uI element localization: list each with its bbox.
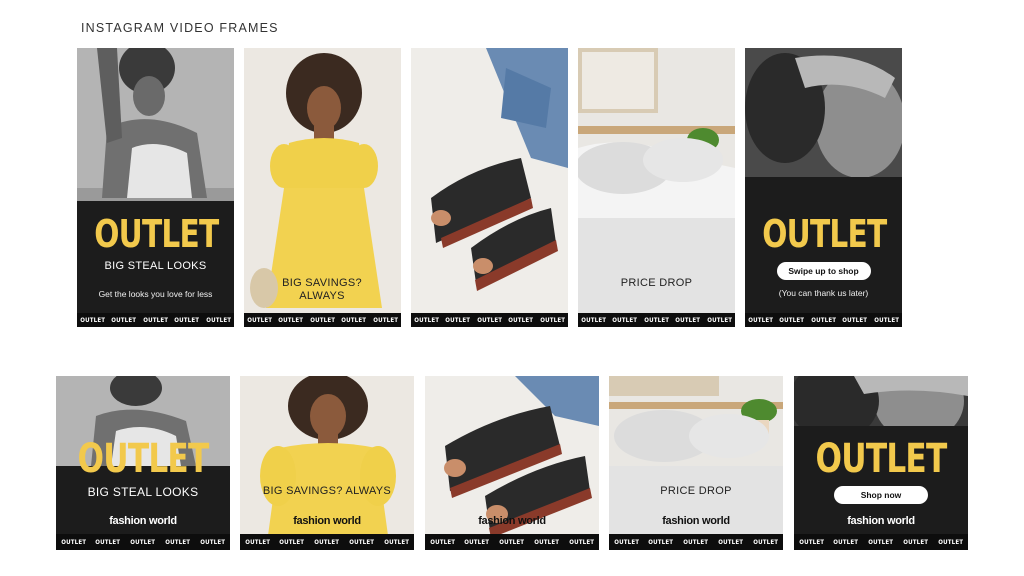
ticker-word: OUTLET <box>309 316 335 324</box>
ticker-word: OUTLET <box>414 316 440 324</box>
ticker-word: OUTLET <box>938 538 964 546</box>
subline: Get the looks you love for less <box>98 289 213 299</box>
ticker-word: OUTLET <box>810 316 836 324</box>
post-frame-bedding[interactable]: PRICE DROP fashion world OUTLET OUTLET OUT… <box>609 376 783 550</box>
story-frame-yellow-dress[interactable]: BIG SAVINGS? ALWAYS fashion world OUTLET… <box>244 48 401 327</box>
story-frame-outlet-swipe[interactable]: OUTLET Swipe up to shop (You can thank u… <box>745 48 902 327</box>
ticker-word: OUTLET <box>903 538 929 546</box>
ticker-word: OUTLET <box>675 316 701 324</box>
ticker-word: OUTLET <box>753 538 779 546</box>
ticker-word: OUTLET <box>200 538 226 546</box>
ticker-word: OUTLET <box>314 538 340 546</box>
brand-logo: fashion world <box>662 515 730 527</box>
outlet-ticker: OUTLET OUTLET OUTLET OUTLET OUTLET <box>578 313 735 327</box>
outlet-ticker: OUTLET OUTLET OUTLET OUTLET OUTLET <box>244 313 401 327</box>
ticker-word: OUTLET <box>534 538 560 546</box>
ticker-word: OUTLET <box>648 538 674 546</box>
headline: BIG STEAL LOOKS <box>104 260 207 272</box>
ticker-word: OUTLET <box>613 538 639 546</box>
brand-logo: fashion world <box>109 515 177 527</box>
ticker-word: OUTLET <box>349 538 375 546</box>
ticker-word: OUTLET <box>372 316 398 324</box>
page-title: INSTAGRAM VIDEO FRAMES <box>81 21 279 35</box>
story-frame-outlet-big-steal[interactable]: OUTLET BIG STEAL LOOKS Get the looks you… <box>77 48 234 327</box>
ticker-word: OUTLET <box>868 538 894 546</box>
ticker-word: OUTLET <box>464 538 490 546</box>
ticker-word: OUTLET <box>278 316 304 324</box>
ticker-word: OUTLET <box>384 538 410 546</box>
headline: BIG STEAL LOOKS <box>87 485 199 499</box>
post-frame-outlet-shop-now[interactable]: OUTLET Shop now fashion world OUTLET OUTL… <box>794 376 968 550</box>
ticker-word: OUTLET <box>539 316 565 324</box>
outlet-heading: OUTLET <box>815 436 948 482</box>
ticker-word: OUTLET <box>612 316 638 324</box>
outlet-heading: OUTLET <box>94 212 219 256</box>
ticker-word: OUTLET <box>174 316 200 324</box>
brand-logo: fashion world <box>293 515 361 527</box>
ticker-word: OUTLET <box>643 316 669 324</box>
outlet-ticker: OUTLET OUTLET OUTLET OUTLET OUTLET <box>609 534 783 550</box>
ticker-word: OUTLET <box>142 316 168 324</box>
ticker-word: OUTLET <box>476 316 502 324</box>
ticker-word: OUTLET <box>95 538 121 546</box>
ticker-word: OUTLET <box>80 316 106 324</box>
ticker-word: OUTLET <box>842 316 868 324</box>
ticker-word: OUTLET <box>718 538 744 546</box>
subline: (You can thank us later) <box>778 288 869 298</box>
swipe-up-button[interactable]: Swipe up to shop <box>776 262 871 280</box>
ticker-word: OUTLET <box>247 316 273 324</box>
post-frame-yellow-dress[interactable]: BIG SAVINGS? ALWAYS fashion world OUTLET… <box>240 376 414 550</box>
ticker-word: OUTLET <box>429 538 455 546</box>
headline: BIG SAVINGS? ALWAYS <box>282 277 362 302</box>
outlet-ticker: OUTLET OUTLET OUTLET OUTLET OUTLET <box>56 534 230 550</box>
ticker-word: OUTLET <box>499 538 525 546</box>
brand-logo: fashion world <box>478 515 546 527</box>
headline: PRICE DROP <box>660 485 732 497</box>
ticker-word: OUTLET <box>748 316 774 324</box>
ticker-word: OUTLET <box>873 316 899 324</box>
ticker-word: OUTLET <box>165 538 191 546</box>
outlet-ticker: OUTLET OUTLET OUTLET OUTLET OUTLET <box>794 534 968 550</box>
outlet-heading: OUTLET <box>762 212 887 256</box>
story-frame-sandals[interactable]: fashion world OUTLETOUTLETOUTLETOUTLETOU… <box>411 48 568 327</box>
ticker-word: OUTLET <box>569 538 595 546</box>
ticker-word: OUTLET <box>60 538 86 546</box>
ticker-word: OUTLET <box>279 538 305 546</box>
ticker-word: OUTLET <box>111 316 137 324</box>
story-frame-bedding[interactable]: PRICE DROP fashion world OUTLETOUTLETOUT… <box>578 48 735 327</box>
outlet-ticker: OUTLET OUTLET OUTLET OUTLET OUTLET <box>77 313 234 327</box>
headline: PRICE DROP <box>620 277 693 289</box>
ticker-word: OUTLET <box>798 538 824 546</box>
ticker-word: OUTLET <box>341 316 367 324</box>
ticker-word: OUTLET <box>833 538 859 546</box>
ticker-word: OUTLET <box>779 316 805 324</box>
outlet-ticker: OUTLET OUTLET OUTLET OUTLET OUTLET <box>425 534 599 550</box>
ticker-word: OUTLET <box>683 538 709 546</box>
ticker-word: OUTLET <box>130 538 156 546</box>
sandals-photo <box>411 48 568 327</box>
ticker-word: OUTLET <box>508 316 534 324</box>
headline: BIG SAVINGS? ALWAYS <box>262 485 392 497</box>
ticker-word: OUTLET <box>244 538 270 546</box>
outlet-ticker: OUTLET OUTLET OUTLET OUTLET OUTLET <box>411 313 568 327</box>
outlet-ticker: OUTLET OUTLET OUTLET OUTLET OUTLET <box>240 534 414 550</box>
outlet-heading: OUTLET <box>77 436 210 482</box>
post-frame-sandals[interactable]: fashion world OUTLET OUTLET OUTLET OUTLET OU… <box>425 376 599 550</box>
ticker-word: OUTLET <box>706 316 732 324</box>
outlet-ticker: OUTLET OUTLET OUTLET OUTLET OUTLET <box>745 313 902 327</box>
ticker-word: OUTLET <box>205 316 231 324</box>
ticker-word: OUTLET <box>445 316 471 324</box>
shop-now-button[interactable]: Shop now <box>834 486 928 504</box>
ticker-word: OUTLET <box>581 316 607 324</box>
post-frame-outlet-big-steal[interactable]: OUTLET BIG STEAL LOOKS fashion world OUT… <box>56 376 230 550</box>
brand-logo: fashion world <box>847 515 915 527</box>
